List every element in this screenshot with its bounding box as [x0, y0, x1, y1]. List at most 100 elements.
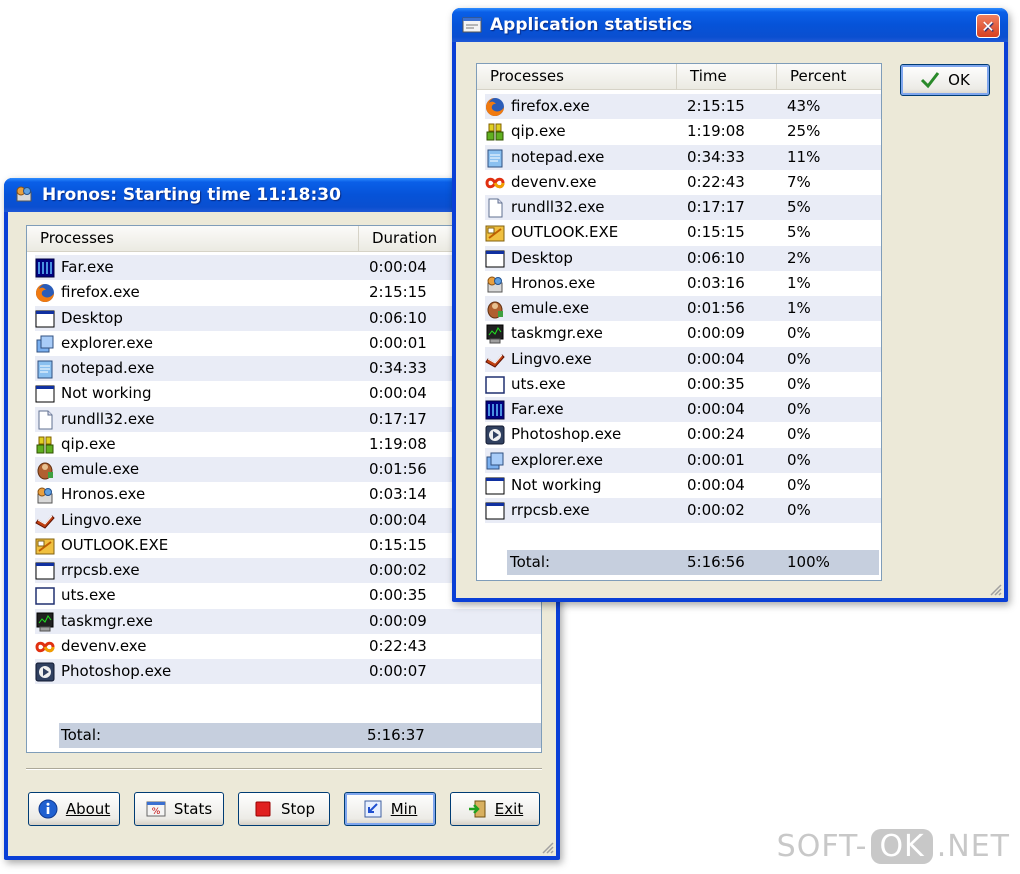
cell-name: notepad.exe [61, 359, 155, 377]
exit-button[interactable]: Exit [450, 792, 540, 826]
cell-name: Far.exe [511, 400, 564, 418]
resize-grip[interactable] [540, 840, 554, 854]
exit-door-icon [468, 800, 486, 818]
watermark-left: SOFT- [776, 829, 868, 864]
column-header-processes[interactable]: Processes [27, 226, 359, 251]
cell-name: OUTLOOK.EXE [61, 535, 169, 554]
cell-name: Lingvo.exe [511, 349, 592, 368]
table-row[interactable]: OUTLOOK.EXE 0:15:15 5% [485, 220, 881, 245]
watermark-mid: OK [871, 829, 933, 864]
table-row[interactable]: Far.exe 0:00:04 0% [485, 397, 881, 422]
about-label: About [65, 800, 111, 818]
table-row[interactable]: Hronos.exe 0:03:16 1% [485, 271, 881, 296]
cell-percent: 0% [787, 349, 811, 368]
ok-label: OK [948, 71, 970, 89]
table-row[interactable]: Lingvo.exe 0:00:04 0% [485, 346, 881, 372]
cell-name: rundll32.exe [511, 198, 605, 216]
cell-time: 0:00:04 [687, 475, 745, 494]
table-row[interactable]: taskmgr.exe 0:00:09 [35, 608, 541, 634]
close-button[interactable]: ✕ [976, 14, 1000, 38]
min-button[interactable]: Min [344, 792, 436, 826]
window-icon [485, 501, 505, 521]
cell-name: Not working [511, 475, 602, 494]
window-icon [485, 476, 505, 496]
stats-button[interactable]: % Stats [134, 792, 224, 826]
stats-app-icon [462, 16, 482, 34]
stop-label: Stop [280, 800, 316, 818]
column-header-processes[interactable]: Processes [477, 64, 677, 89]
cell-percent: 0% [787, 425, 811, 444]
emule-icon [35, 460, 55, 480]
lingvo-icon [485, 350, 505, 370]
stats-titlebar[interactable]: Application statistics ✕ [452, 8, 1008, 42]
window-icon [35, 309, 55, 329]
stats-title: Application statistics [490, 15, 693, 35]
cell-name: rundll32.exe [61, 409, 155, 428]
cell-percent: 0% [787, 475, 811, 494]
exit-label: Exit [494, 800, 524, 818]
table-row[interactable]: qip.exe 1:19:08 25% [485, 119, 881, 144]
table-row[interactable]: uts.exe 0:00:35 0% [485, 372, 881, 397]
cell-name: taskmgr.exe [511, 324, 603, 343]
table-row[interactable]: explorer.exe 0:00:01 0% [485, 447, 881, 473]
about-button[interactable]: About [28, 792, 120, 826]
table-row[interactable]: Photoshop.exe 0:00:07 [35, 659, 541, 684]
cell-time: 0:03:16 [687, 273, 745, 292]
cell-name: devenv.exe [511, 172, 597, 191]
cell-percent: 25% [787, 122, 821, 141]
explorer-icon [485, 451, 505, 471]
cell-time: 0:01:56 [687, 299, 745, 317]
photoshop-icon [485, 425, 505, 445]
cell-percent: 43% [787, 97, 821, 115]
cell-time: 0:22:43 [687, 172, 745, 191]
table-row[interactable]: taskmgr.exe 0:00:09 0% [485, 321, 881, 346]
table-row[interactable]: firefox.exe 2:15:15 43% [485, 94, 881, 119]
cell-percent: 0% [787, 450, 811, 469]
blank-window-icon [35, 586, 55, 606]
cell-time: 0:15:15 [687, 223, 745, 242]
cell-duration: 0:00:35 [369, 586, 427, 605]
explorer-icon [35, 334, 55, 354]
blank-window-icon [485, 375, 505, 395]
cell-percent: 0% [787, 374, 811, 393]
cell-time: 0:00:04 [687, 400, 745, 418]
stats-process-list[interactable]: Processes Time Percent firefox.exe 2:15:1… [476, 63, 882, 581]
table-row[interactable]: Desktop 0:06:10 2% [485, 245, 881, 271]
table-row[interactable]: Not working 0:00:04 0% [485, 473, 881, 498]
hronos-app-icon [14, 186, 34, 204]
table-row[interactable]: devenv.exe 0:22:43 [35, 634, 541, 659]
firefox-icon [485, 97, 505, 117]
table-row[interactable]: Photoshop.exe 0:00:24 0% [485, 422, 881, 447]
table-row[interactable]: rrpcsb.exe 0:00:02 0% [485, 498, 881, 523]
ok-button[interactable]: OK [900, 64, 990, 96]
table-row[interactable]: notepad.exe 0:34:33 11% [485, 144, 881, 170]
cell-time: 0:34:33 [687, 147, 745, 166]
taskmgr-icon [35, 612, 55, 632]
stop-button[interactable]: Stop [238, 792, 330, 826]
cell-duration: 0:00:01 [369, 333, 427, 352]
resize-grip[interactable] [988, 582, 1002, 596]
table-row[interactable]: devenv.exe 0:22:43 7% [485, 170, 881, 195]
cell-percent: 11% [787, 147, 821, 166]
cell-time: 0:00:04 [687, 349, 745, 368]
table-row[interactable]: emule.exe 0:01:56 1% [485, 296, 881, 321]
cell-percent: 2% [787, 248, 811, 267]
cell-name: taskmgr.exe [61, 611, 153, 630]
column-header-percent[interactable]: Percent [777, 64, 881, 89]
cell-name: Lingvo.exe [61, 510, 142, 529]
window-icon [485, 249, 505, 269]
cell-name: Photoshop.exe [61, 662, 172, 680]
lingvo-icon [35, 511, 55, 531]
cell-duration: 0:00:04 [369, 384, 427, 403]
cell-duration: 0:22:43 [369, 636, 427, 655]
cell-percent: 0% [787, 400, 811, 418]
cell-duration: 0:17:17 [369, 409, 427, 428]
qip-icon [485, 122, 505, 142]
cell-duration: 0:00:04 [369, 510, 427, 529]
column-header-time[interactable]: Time [677, 64, 777, 89]
cell-name: Desktop [61, 308, 123, 327]
table-row[interactable]: rundll32.exe 0:17:17 5% [485, 195, 881, 220]
cell-name: rrpcsb.exe [511, 501, 590, 519]
cell-name: Far.exe [61, 258, 114, 276]
cell-name: Hronos.exe [61, 485, 146, 504]
